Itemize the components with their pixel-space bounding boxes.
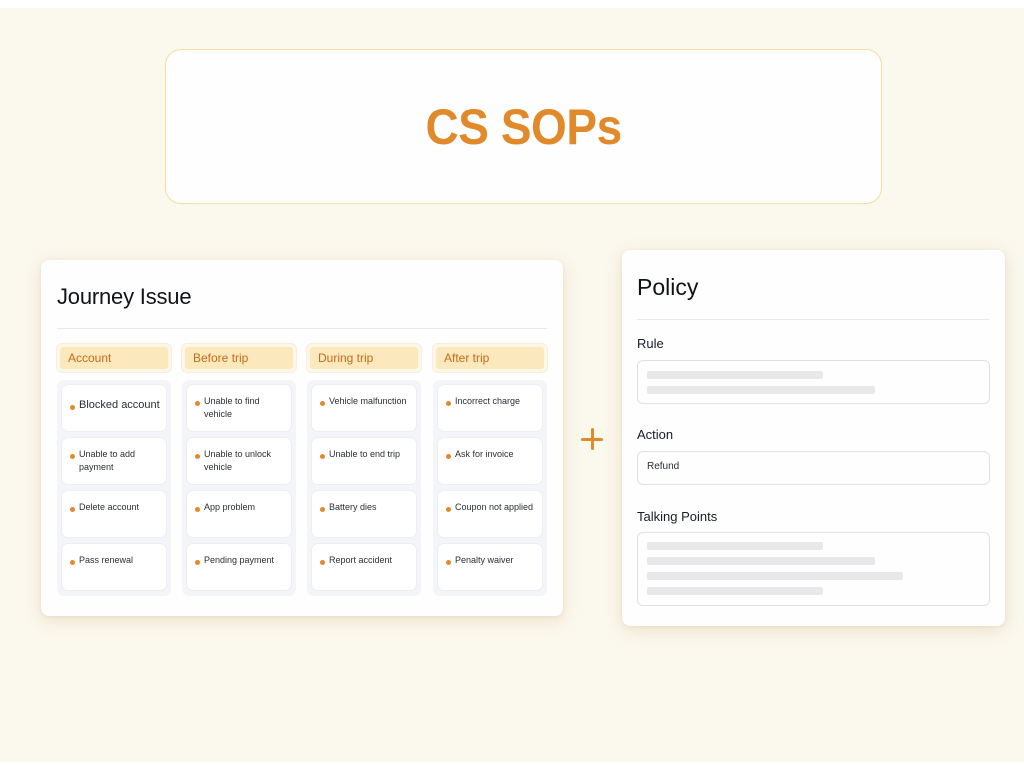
column-header-label: Before trip — [185, 347, 293, 369]
column-items: Incorrect charge Ask for invoice Coupon … — [433, 380, 547, 596]
issue-label: Coupon not applied — [455, 502, 534, 512]
placeholder-line — [647, 557, 875, 565]
placeholder-line — [647, 542, 823, 550]
issue-label: Report accident — [329, 555, 393, 565]
placeholder-line — [647, 572, 903, 580]
placeholder-line — [647, 386, 875, 394]
issue-card[interactable]: Vehicle malfunction — [312, 385, 416, 431]
issue-card[interactable]: Incorrect charge — [438, 385, 542, 431]
bullet-dot-icon — [70, 560, 75, 565]
talking-points-label: Talking Points — [637, 509, 718, 524]
column-header: After trip — [433, 344, 547, 372]
bullet-dot-icon — [320, 507, 325, 512]
column-items: Vehicle malfunction Unable to end trip B… — [307, 380, 421, 596]
plus-icon — [580, 427, 604, 451]
issue-label: Pass renewal — [79, 555, 134, 565]
column-items: Blocked account Unable to add payment De… — [57, 380, 171, 596]
issue-card[interactable]: Blocked account — [62, 385, 166, 431]
column-header-label: During trip — [310, 347, 418, 369]
issue-card[interactable]: Unable to unlock vehicle — [187, 438, 291, 484]
column-items: Unable to find vehicle Unable to unlock … — [182, 380, 296, 596]
talking-points-field[interactable] — [637, 532, 990, 606]
issue-card[interactable]: Report accident — [312, 544, 416, 590]
issue-card[interactable]: Unable to add payment — [62, 438, 166, 484]
issue-card[interactable]: Ask for invoice — [438, 438, 542, 484]
bullet-dot-icon — [320, 560, 325, 565]
issue-card[interactable]: Delete account — [62, 491, 166, 537]
issue-label: Blocked account — [79, 399, 160, 411]
issue-label: Pending payment — [204, 555, 275, 565]
issue-label: Penalty waiver — [455, 555, 514, 565]
journey-issue-title: Journey Issue — [57, 284, 192, 309]
bullet-dot-icon — [446, 507, 451, 512]
policy-title: Policy — [637, 274, 699, 300]
column-during-trip: During trip Vehicle malfunction Unable t… — [307, 344, 421, 596]
title-card: CS SOPs — [165, 49, 882, 204]
column-header-label: Account — [60, 347, 168, 369]
placeholder-line — [647, 371, 823, 379]
issue-label: Unable to find vehicle — [204, 396, 260, 419]
issue-label: Unable to add payment — [79, 449, 136, 472]
action-label: Action — [637, 427, 674, 442]
issue-card[interactable]: Pending payment — [187, 544, 291, 590]
page-title: CS SOPs — [425, 98, 622, 155]
column-header: During trip — [307, 344, 421, 372]
column-header-label: After trip — [436, 347, 544, 369]
rule-field[interactable] — [637, 360, 990, 404]
issue-label: Delete account — [79, 502, 140, 512]
bullet-dot-icon — [195, 560, 200, 565]
bullet-dot-icon — [195, 507, 200, 512]
bullet-dot-icon — [446, 454, 451, 459]
bullet-dot-icon — [320, 401, 325, 406]
issue-label: App problem — [204, 502, 256, 512]
issue-label: Unable to end trip — [329, 449, 401, 459]
bullet-dot-icon — [70, 405, 75, 410]
bullet-dot-icon — [195, 454, 200, 459]
issue-label: Ask for invoice — [455, 449, 514, 459]
column-after-trip: After trip Incorrect charge Ask for invo… — [433, 344, 547, 596]
rule-label: Rule — [637, 336, 664, 351]
issue-label: Vehicle malfunction — [329, 396, 407, 406]
issue-label: Incorrect charge — [455, 396, 521, 406]
divider — [57, 328, 547, 329]
issue-card[interactable]: Unable to end trip — [312, 438, 416, 484]
issue-label: Unable to unlock vehicle — [204, 449, 272, 472]
journey-issue-panel: Journey Issue Account Blocked account Un… — [41, 260, 563, 616]
divider — [637, 319, 990, 320]
bullet-dot-icon — [446, 401, 451, 406]
bullet-dot-icon — [70, 507, 75, 512]
column-before-trip: Before trip Unable to find vehicle Unabl… — [182, 344, 296, 596]
action-value: Refund — [647, 461, 680, 472]
bullet-dot-icon — [195, 401, 200, 406]
action-field[interactable]: Refund — [637, 451, 990, 485]
column-header: Account — [57, 344, 171, 372]
issue-card[interactable]: Pass renewal — [62, 544, 166, 590]
issue-label: Battery dies — [329, 502, 377, 512]
policy-panel: Policy Rule Action Refund Talking Points — [622, 250, 1005, 626]
bullet-dot-icon — [70, 454, 75, 459]
bullet-dot-icon — [446, 560, 451, 565]
issue-card[interactable]: App problem — [187, 491, 291, 537]
column-account: Account Blocked account Unable to add pa… — [57, 344, 171, 596]
issue-card[interactable]: Penalty waiver — [438, 544, 542, 590]
column-header: Before trip — [182, 344, 296, 372]
canvas: CS SOPs Journey Issue Account Blocked ac… — [0, 8, 1024, 762]
placeholder-line — [647, 587, 823, 595]
issue-card[interactable]: Battery dies — [312, 491, 416, 537]
issue-card[interactable]: Unable to find vehicle — [187, 385, 291, 431]
bullet-dot-icon — [320, 454, 325, 459]
issue-card[interactable]: Coupon not applied — [438, 491, 542, 537]
